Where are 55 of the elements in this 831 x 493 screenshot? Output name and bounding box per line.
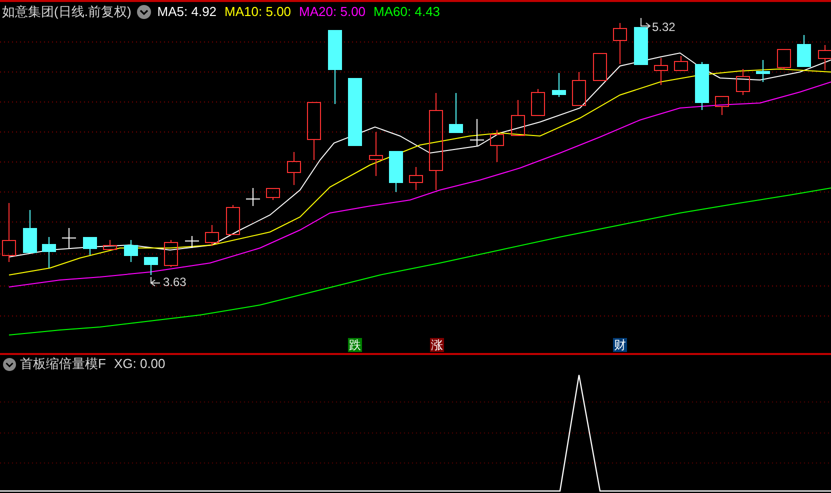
candlestick xyxy=(634,27,648,65)
moving-average-legend: MA60: 4.43 xyxy=(374,2,440,22)
dropdown-icon[interactable] xyxy=(137,5,152,19)
candlestick xyxy=(124,240,138,262)
candlestick xyxy=(307,102,321,160)
candlestick xyxy=(83,237,97,256)
leader-line xyxy=(640,18,651,30)
candlestick xyxy=(654,58,668,86)
candlestick xyxy=(756,60,770,82)
candlestick xyxy=(797,34,811,67)
indicator-title: 首板缩倍量模F xyxy=(20,355,106,374)
event-marker: 跌 xyxy=(348,338,362,352)
candlestick xyxy=(266,188,280,200)
candlestick xyxy=(348,78,362,146)
candlestick xyxy=(695,62,709,110)
candlestick xyxy=(42,236,56,268)
candlestick xyxy=(144,257,158,276)
candlestick xyxy=(226,204,240,235)
candlestick xyxy=(777,48,791,70)
candlestick xyxy=(449,92,463,133)
candlestick xyxy=(409,166,423,190)
candlestick xyxy=(23,210,37,253)
moving-average-legend: MA10: 5.00 xyxy=(224,2,292,22)
candlestick xyxy=(389,151,403,192)
moving-average-legend: MA5: 4.92 xyxy=(157,2,217,22)
candlestick xyxy=(103,240,117,250)
dropdown-icon[interactable] xyxy=(3,358,16,370)
low-price-label: 3.63 xyxy=(163,274,186,291)
candlestick xyxy=(205,224,219,246)
candlestick xyxy=(715,96,729,116)
candlestick xyxy=(572,72,586,106)
chart-title: 如意集团(日线.前复权) xyxy=(2,3,132,22)
candlestick xyxy=(2,202,16,262)
leader-line xyxy=(150,276,160,286)
event-marker: 涨 xyxy=(430,338,444,352)
candlestick xyxy=(511,100,525,136)
candlestick xyxy=(184,236,200,248)
candlestick xyxy=(552,72,566,98)
candlestick xyxy=(62,228,76,248)
candlestick xyxy=(246,188,260,206)
candlestick xyxy=(613,22,627,64)
candlestick xyxy=(164,240,178,268)
candlestick xyxy=(736,68,750,96)
candlestick xyxy=(287,152,301,186)
candlestick xyxy=(470,118,484,146)
candlestick xyxy=(490,130,504,162)
high-price-label: 5.32 xyxy=(652,19,676,36)
candlestick xyxy=(818,44,831,70)
candlestick xyxy=(593,52,607,81)
candlestick xyxy=(369,132,383,176)
candlestick xyxy=(531,88,545,116)
indicator-reading: XG: 0.00 xyxy=(114,355,166,374)
candlestick xyxy=(674,56,688,71)
moving-average-legend: MA20: 5.00 xyxy=(299,2,366,22)
event-marker: 财 xyxy=(613,338,627,352)
